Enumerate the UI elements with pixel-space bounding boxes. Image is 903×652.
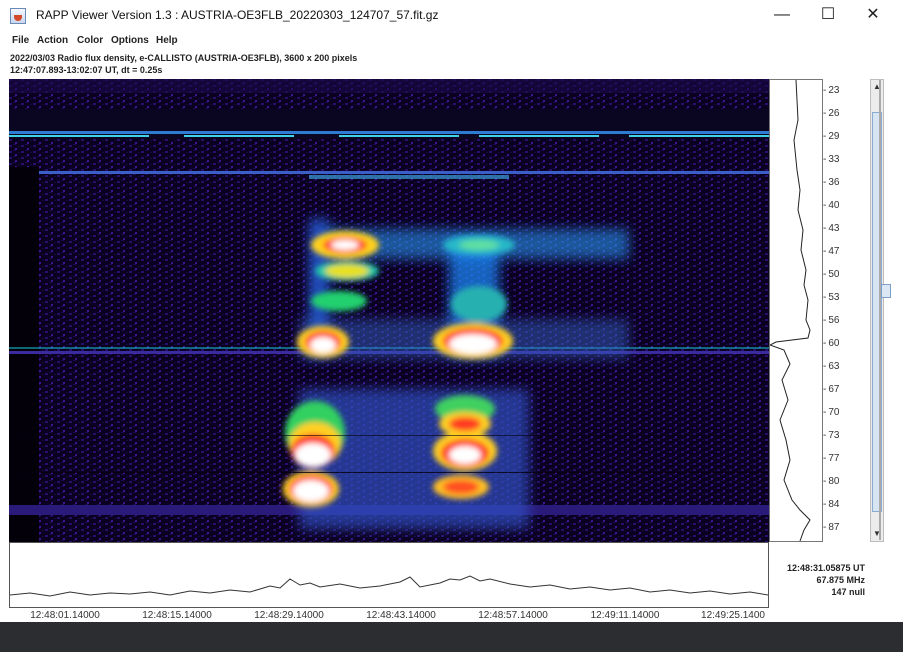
freq-tick: 60 <box>823 338 839 349</box>
time-tick: 12:48:29.14000 <box>254 610 324 621</box>
menu-file[interactable]: File <box>12 35 29 46</box>
freq-tick: 36 <box>823 177 839 188</box>
freq-tick: 63 <box>823 361 839 372</box>
cursor-frequency-readout: 67.875 MHz <box>816 575 865 585</box>
spectrogram[interactable] <box>9 79 769 542</box>
freq-tick: 47 <box>823 246 839 257</box>
freq-tick: 70 <box>823 407 839 418</box>
title-bar[interactable]: RAPP Viewer Version 1.3 : AUSTRIA-OE3FLB… <box>0 0 903 32</box>
time-tick: 12:49:11.14000 <box>590 610 660 621</box>
menu-action[interactable]: Action <box>37 35 68 46</box>
time-tick: 12:49:25.1400 <box>701 610 765 621</box>
java-app-icon <box>10 8 26 24</box>
freq-tick: 73 <box>823 430 839 441</box>
menu-color[interactable]: Color <box>77 35 103 46</box>
time-tick: 12:48:01.14000 <box>30 610 100 621</box>
spectrogram-image <box>9 79 769 542</box>
frequency-profile-plot <box>768 79 811 542</box>
freq-tick: 26 <box>823 108 839 119</box>
light-curve-panel <box>9 542 769 608</box>
freq-tick: 67 <box>823 384 839 395</box>
minimize-button[interactable]: — <box>759 0 805 32</box>
time-tick: 12:48:15.14000 <box>142 610 212 621</box>
freq-tick: 87 <box>823 522 839 533</box>
rapp-viewer-window: RAPP Viewer Version 1.3 : AUSTRIA-OE3FLB… <box>0 0 903 622</box>
freq-tick: 77 <box>823 453 839 464</box>
close-button[interactable]: ✕ <box>850 0 896 32</box>
scroll-down-arrow-icon[interactable]: ▼ <box>871 528 883 540</box>
time-range-info: 12:47:07.893-13:02:07 UT, dt = 0.25s <box>10 65 163 75</box>
observation-info: 2022/03/03 Radio flux density, e-CALLIST… <box>10 53 358 63</box>
cursor-time-readout: 12:48:31.05875 UT <box>786 563 865 573</box>
freq-tick: 84 <box>823 499 839 510</box>
time-tick: 12:48:43.14000 <box>366 610 436 621</box>
contrast-slider-knob[interactable] <box>881 284 891 298</box>
vertical-scrollbar[interactable]: ▲ ▼ <box>870 79 884 542</box>
freq-tick: 23 <box>823 85 839 96</box>
cursor-value-readout: 147 null <box>831 587 865 597</box>
light-curve-plot <box>9 575 769 597</box>
freq-tick: 43 <box>823 223 839 234</box>
freq-tick: 33 <box>823 154 839 165</box>
freq-tick: 53 <box>823 292 839 303</box>
scroll-up-arrow-icon[interactable]: ▲ <box>871 81 883 93</box>
menu-options[interactable]: Options <box>111 35 149 46</box>
frequency-axis: 23 26 29 33 36 40 43 47 50 53 56 60 63 6… <box>823 79 867 542</box>
freq-tick: 56 <box>823 315 839 326</box>
menu-help[interactable]: Help <box>156 35 178 46</box>
freq-tick: 80 <box>823 476 839 487</box>
freq-tick: 40 <box>823 200 839 211</box>
time-tick: 12:48:57.14000 <box>478 610 548 621</box>
freq-tick: 50 <box>823 269 839 280</box>
maximize-button[interactable]: ☐ <box>805 0 851 32</box>
window-title: RAPP Viewer Version 1.3 : AUSTRIA-OE3FLB… <box>36 8 439 22</box>
contrast-slider-track[interactable] <box>879 80 881 540</box>
frequency-profile-panel <box>768 79 823 542</box>
menu-bar: File Action Color Options Help <box>0 32 903 50</box>
freq-tick: 29 <box>823 131 839 142</box>
